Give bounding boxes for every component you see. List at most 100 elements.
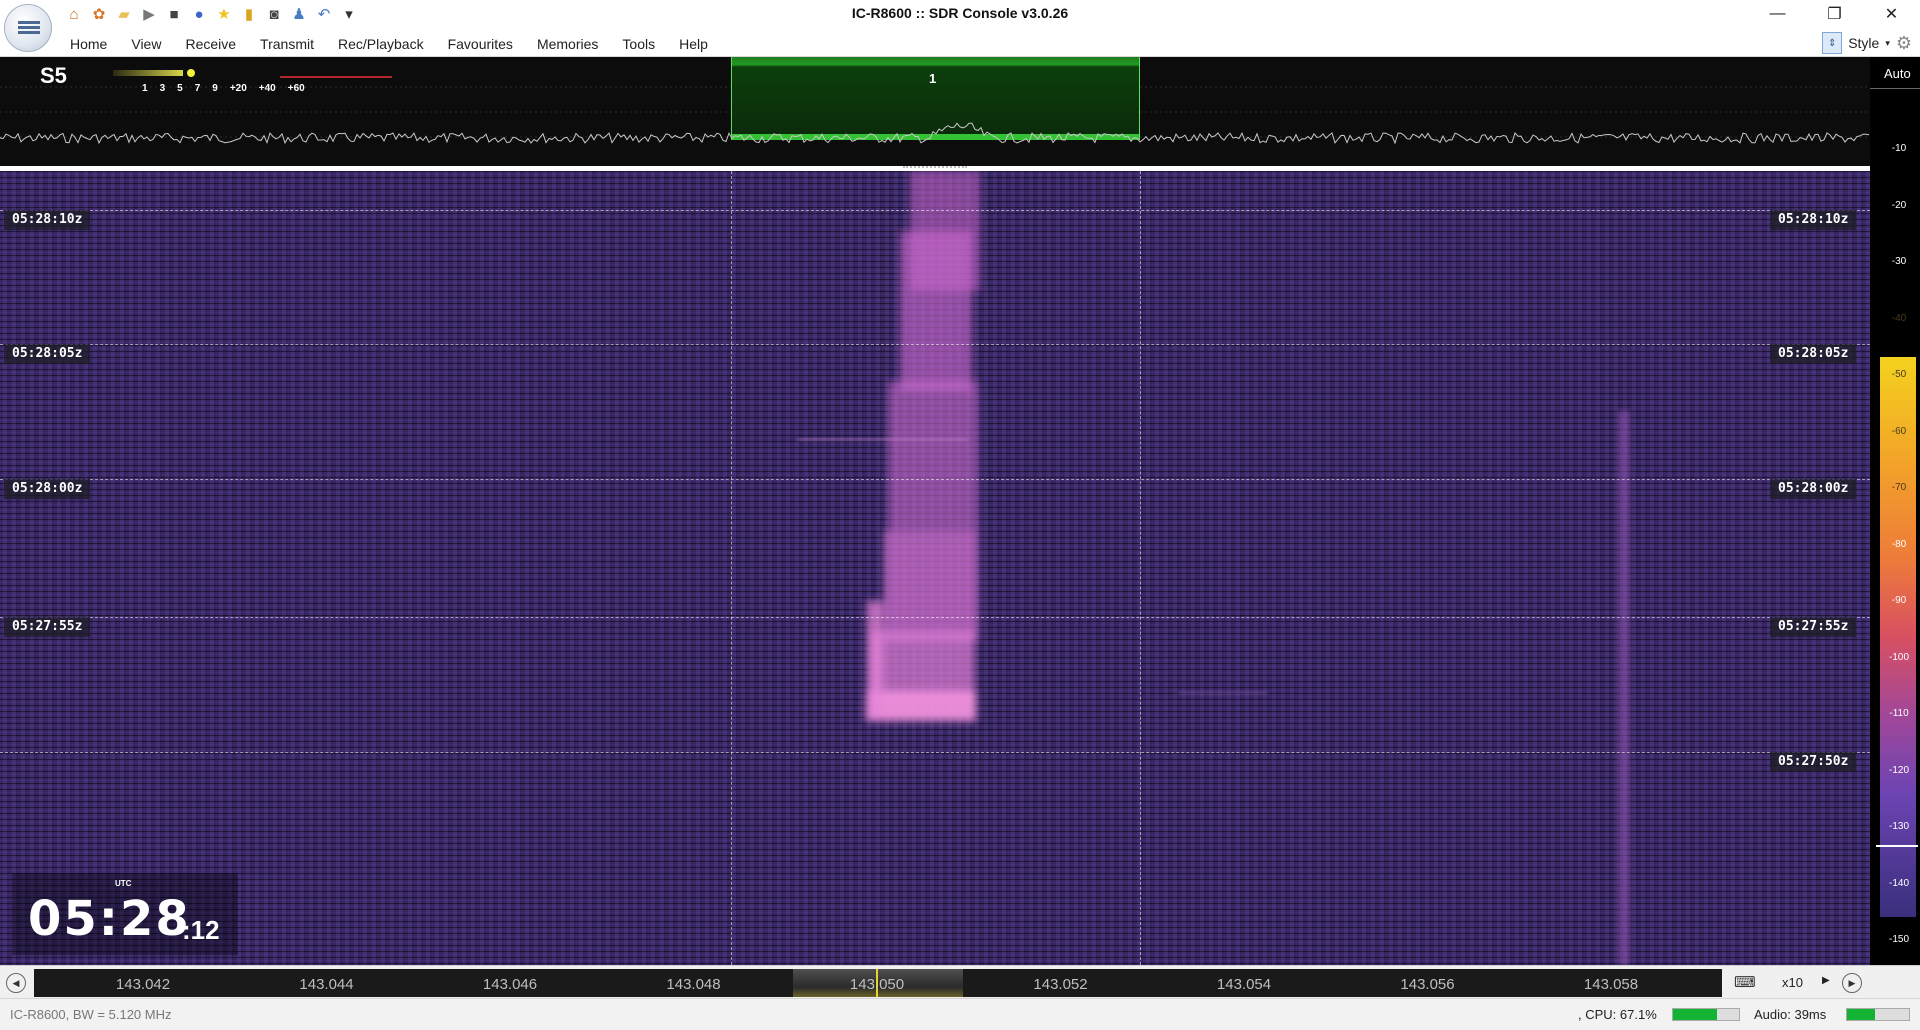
axis-frequency-label: 143.046 <box>482 976 538 993</box>
axis-frequency-label: 143.050 <box>849 976 905 993</box>
timestamp-right: 05:28:00z <box>1770 479 1857 499</box>
menu-help[interactable]: Help <box>667 36 720 52</box>
level-tick: -60 <box>1891 425 1907 437</box>
gear-icon[interactable]: ⚙ <box>1896 33 1912 54</box>
app-menu-button[interactable] <box>4 4 52 52</box>
cpu-meter <box>1672 1008 1740 1021</box>
style-menu-label[interactable]: Style <box>1848 35 1879 51</box>
menu-home[interactable]: Home <box>58 36 119 52</box>
timestamp-right: 05:27:55z <box>1770 617 1857 637</box>
s-meter-tick: +20 <box>229 83 247 94</box>
zoom-level[interactable]: x10 <box>1782 975 1803 990</box>
level-color-gradient <box>1880 357 1916 917</box>
utc-label: UTC <box>115 879 132 888</box>
waterfall-signals <box>798 171 1630 965</box>
axis-frequency-label: 143.054 <box>1216 976 1272 993</box>
s-meter-tick: 9 <box>212 83 218 94</box>
spectrum-display[interactable]: 1 S5 13579+20+40+60 143.049.1143.049.214… <box>0 57 1870 166</box>
level-tick: -110 <box>1889 708 1909 719</box>
axis-frequency-label: 143.052 <box>1033 976 1088 993</box>
passband-edge-left <box>731 171 732 965</box>
level-tick: -10 <box>1891 143 1907 154</box>
app-menu-icon <box>18 19 40 39</box>
level-auto-label[interactable]: Auto <box>1884 66 1911 81</box>
clock-hours-minutes: 05:28 <box>28 891 191 947</box>
s-meter-bar <box>113 67 393 81</box>
waterfall-gridline <box>0 344 1870 345</box>
axis-frequency-label: 143.042 <box>115 976 171 993</box>
axis-frequency-label: 143.044 <box>299 976 354 993</box>
s-meter-readout: S5 <box>40 63 67 88</box>
timestamp-left: 05:28:10z <box>4 210 91 230</box>
cpu-meter-fill <box>1673 1009 1718 1020</box>
window-controls: — ❐ ✕ <box>1749 0 1920 28</box>
close-button[interactable]: ✕ <box>1863 0 1920 28</box>
s-meter-tick: 3 <box>159 83 166 94</box>
level-tick: -40 <box>1891 312 1907 324</box>
s-meter-peak <box>187 69 196 77</box>
waterfall-gridline <box>0 752 1870 753</box>
status-bar: IC-R8600, BW = 5.120 MHz , CPU: 67.1% Au… <box>0 998 1920 1030</box>
level-tick: -20 <box>1891 199 1907 211</box>
menu-rec-playback[interactable]: Rec/Playback <box>326 36 436 52</box>
center-frequency-marker <box>903 166 967 168</box>
utc-clock: UTC 05:28 :12 <box>12 873 238 955</box>
level-tick: -90 <box>1891 595 1907 606</box>
s-meter-tick: +40 <box>258 83 276 94</box>
level-tick: -140 <box>1888 877 1909 889</box>
device-status: IC-R8600, BW = 5.120 MHz <box>10 1007 172 1022</box>
axis-frequency-label: 143.048 <box>666 976 721 993</box>
style-caret-icon[interactable]: ▾ <box>1885 38 1890 49</box>
keyboard-icon[interactable]: ⌨ <box>1734 973 1756 991</box>
title-bar: ⌂ ✿ ▰ ▶ ■ ● ★ ▮ ◙ ♟ ↶ ▾ IC-R8600 :: SDR Console v3.… <box>0 0 1920 52</box>
restore-button[interactable]: ❐ <box>1806 0 1863 28</box>
audio-meter <box>1846 1008 1910 1021</box>
zoom-arrow-icon[interactable]: ▶ <box>1822 975 1830 986</box>
menu-tools[interactable]: Tools <box>610 36 667 52</box>
level-tick: -50 <box>1891 369 1907 380</box>
level-tick: -70 <box>1891 482 1907 493</box>
timestamp-right: 05:27:50z <box>1770 752 1857 772</box>
s-meter-fill <box>113 70 184 76</box>
axis-frequency-label: 143.056 <box>1400 976 1455 993</box>
frequency-axis: ◀ 143.042 143.044 143.046 143.048 143.050 143… <box>0 965 1920 998</box>
ribbon-toggle-icon[interactable]: ⇕ <box>1822 32 1843 54</box>
level-tick: -100 <box>1888 651 1909 663</box>
timestamp-left: 05:27:55z <box>4 617 91 637</box>
timestamp-left: 05:28:05z <box>4 344 91 364</box>
s-meter-tick: 7 <box>194 83 201 94</box>
cpu-status: , CPU: 67.1% <box>1578 1007 1657 1022</box>
menu-favourites[interactable]: Favourites <box>436 36 525 52</box>
level-separator <box>1870 88 1920 89</box>
timestamp-right: 05:28:05z <box>1770 344 1857 364</box>
level-scale[interactable]: Auto -10 -20 -30 -40 -50 -60 -70 -80 -90 -100 -110… <box>1870 57 1920 965</box>
minimize-button[interactable]: — <box>1749 0 1806 28</box>
menu-view[interactable]: View <box>119 36 173 52</box>
audio-meter-fill <box>1847 1009 1875 1020</box>
scroll-right-icon[interactable]: ▶ <box>1842 973 1862 993</box>
level-tick: -150 <box>1888 934 1909 945</box>
audio-status: Audio: 39ms <box>1754 1007 1827 1022</box>
s-meter-scale: 1 3 5 7 9 +20 +40 +60 <box>142 83 305 94</box>
s-meter-tick: 5 <box>177 83 183 94</box>
timestamp-left: 05:28:00z <box>4 479 91 499</box>
scroll-left-icon[interactable]: ◀ <box>6 973 26 993</box>
style-menu: ⇕ Style ▾ ⚙ <box>1822 32 1912 54</box>
clock-seconds: :12 <box>182 915 220 945</box>
menu-receive[interactable]: Receive <box>173 36 248 52</box>
level-floor-marker[interactable] <box>1876 845 1918 847</box>
menu-transmit[interactable]: Transmit <box>248 36 326 52</box>
signal-trace <box>866 171 980 721</box>
menu-memories[interactable]: Memories <box>525 36 610 52</box>
waterfall-display[interactable]: 05:28:10z 05:28:10z 05:28:05z 05:28:05z … <box>0 171 1870 965</box>
spectrum-noise-trace <box>0 122 1870 145</box>
level-tick: -30 <box>1891 256 1907 267</box>
waterfall-gridline <box>0 617 1870 618</box>
level-tick: -130 <box>1888 821 1909 832</box>
menu-bar: Home View Receive Transmit Rec/Playback … <box>0 30 1920 57</box>
ribbon-tabs: Home View Receive Transmit Rec/Playback … <box>58 30 720 57</box>
timestamp-right: 05:28:10z <box>1770 210 1857 230</box>
level-tick: -120 <box>1888 764 1909 776</box>
s-meter-tick: +60 <box>287 83 305 94</box>
passband-edge-right <box>1140 171 1141 965</box>
